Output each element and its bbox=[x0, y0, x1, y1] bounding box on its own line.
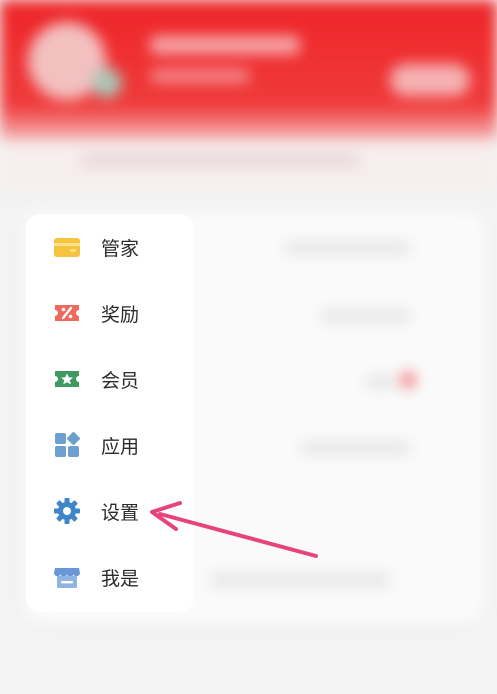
menu-item-label: 应用 bbox=[101, 435, 140, 458]
menu-item-woshi[interactable]: 我是 bbox=[26, 544, 194, 610]
header-pill-button bbox=[390, 64, 470, 96]
menu-item-label: 会员 bbox=[101, 369, 140, 392]
storefront-icon bbox=[52, 562, 82, 592]
apps-grid-icon bbox=[52, 430, 82, 460]
username-placeholder bbox=[150, 36, 300, 54]
menu-item-label: 我是 bbox=[101, 567, 140, 590]
menu-item-jiangli[interactable]: 奖励 bbox=[26, 280, 194, 346]
red-dot-badge bbox=[400, 372, 416, 388]
row-value-placeholder bbox=[300, 442, 410, 454]
coupon-icon bbox=[52, 298, 82, 328]
menu-item-label: 设置 bbox=[101, 501, 140, 524]
menu-list: 管家 奖励 会员 应用 设置 我是 bbox=[26, 214, 194, 612]
menu-item-label: 奖励 bbox=[101, 303, 140, 326]
wallet-icon bbox=[52, 232, 82, 262]
menu-item-shezhi[interactable]: 设置 bbox=[26, 478, 194, 544]
row-value-placeholder bbox=[210, 574, 390, 586]
row-value-placeholder bbox=[285, 242, 410, 254]
notice-text-placeholder bbox=[80, 154, 360, 166]
row-value-placeholder bbox=[320, 310, 410, 322]
menu-item-yingyong[interactable]: 应用 bbox=[26, 412, 194, 478]
menu-item-huiyuan[interactable]: 会员 bbox=[26, 346, 194, 412]
gear-icon bbox=[52, 496, 82, 526]
menu-item-guanjia[interactable]: 管家 bbox=[26, 214, 194, 280]
row-value-placeholder bbox=[365, 376, 395, 388]
subtitle-placeholder bbox=[150, 70, 250, 82]
menu-item-label: 管家 bbox=[101, 237, 140, 260]
vip-ticket-icon bbox=[52, 364, 82, 394]
avatar-badge bbox=[92, 68, 122, 98]
